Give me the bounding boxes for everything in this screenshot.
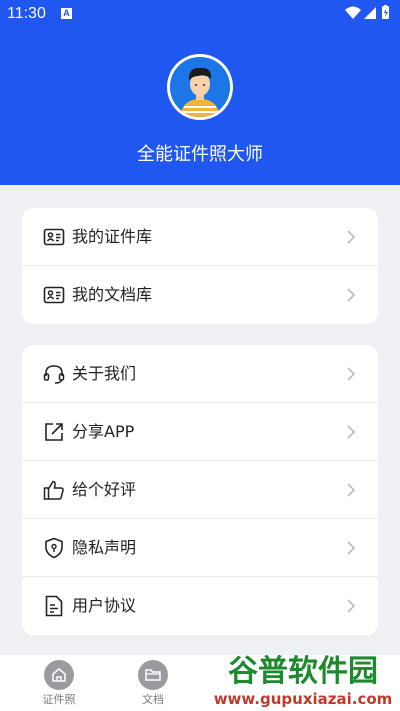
- status-bar: 11:30 A: [0, 0, 400, 28]
- menu-item-privacy[interactable]: 隐私声明: [22, 519, 378, 577]
- shield-icon: [45, 537, 63, 559]
- app-name: 全能证件照大师: [137, 144, 263, 165]
- chevron-right-icon: [347, 483, 356, 497]
- watermark-url: www.gupuxiazai.com: [214, 690, 393, 708]
- menu-item-rate-app[interactable]: 给个好评: [22, 461, 378, 519]
- status-time: 11:30: [7, 5, 46, 22]
- menu-item-label: 用户协议: [72, 596, 137, 615]
- tab-label: 文档: [142, 693, 164, 706]
- wifi-icon: [345, 6, 361, 19]
- avatar[interactable]: [167, 54, 233, 120]
- menu-item-share-app[interactable]: 分享APP: [22, 403, 378, 461]
- menu-item-id-library[interactable]: 我的证件库: [22, 208, 378, 266]
- site-watermark: 谷普软件园 www.gupuxiazai.com: [208, 647, 400, 711]
- chevron-right-icon: [347, 367, 356, 381]
- home-icon: [44, 660, 74, 690]
- folder-icon: [138, 660, 168, 690]
- menu-item-user-agreement[interactable]: 用户协议: [22, 577, 378, 635]
- profile-header: 11:30 A 全能证件照大师: [0, 0, 400, 185]
- id-card-icon: [43, 286, 65, 304]
- avatar-illustration: [170, 57, 230, 117]
- chevron-right-icon: [347, 425, 356, 439]
- menu-item-label: 我的证件库: [72, 227, 153, 246]
- menu-item-label: 给个好评: [72, 480, 137, 499]
- chevron-right-icon: [347, 288, 356, 302]
- thumbs-up-icon: [43, 480, 64, 500]
- menu-item-about-us[interactable]: 关于我们: [22, 345, 378, 403]
- id-card-icon: [43, 228, 65, 246]
- menu-item-label: 关于我们: [72, 364, 137, 383]
- chevron-right-icon: [347, 230, 356, 244]
- headset-icon: [43, 365, 65, 384]
- battery-icon: [382, 5, 389, 19]
- menu-item-label: 我的文档库: [72, 285, 153, 304]
- chevron-right-icon: [347, 599, 356, 613]
- menu-item-label: 分享APP: [72, 422, 135, 441]
- signal-icon: [364, 7, 376, 19]
- tab-documents[interactable]: 文档: [123, 655, 183, 711]
- chevron-right-icon: [347, 541, 356, 555]
- menu-item-doc-library[interactable]: 我的文档库: [22, 266, 378, 324]
- settings-card: 关于我们 分享APP 给个好评 隐私声明 用户协议: [22, 345, 378, 635]
- system-icons: [345, 5, 389, 19]
- watermark-title: 谷普软件园: [228, 654, 378, 689]
- library-card: 我的证件库 我的文档库: [22, 208, 378, 324]
- menu-item-label: 隐私声明: [72, 538, 137, 557]
- document-icon: [45, 595, 63, 617]
- tab-id-photo[interactable]: 证件照: [29, 655, 89, 711]
- tab-label: 证件照: [42, 693, 76, 706]
- share-icon: [45, 423, 63, 441]
- notification-badge: A: [61, 8, 72, 19]
